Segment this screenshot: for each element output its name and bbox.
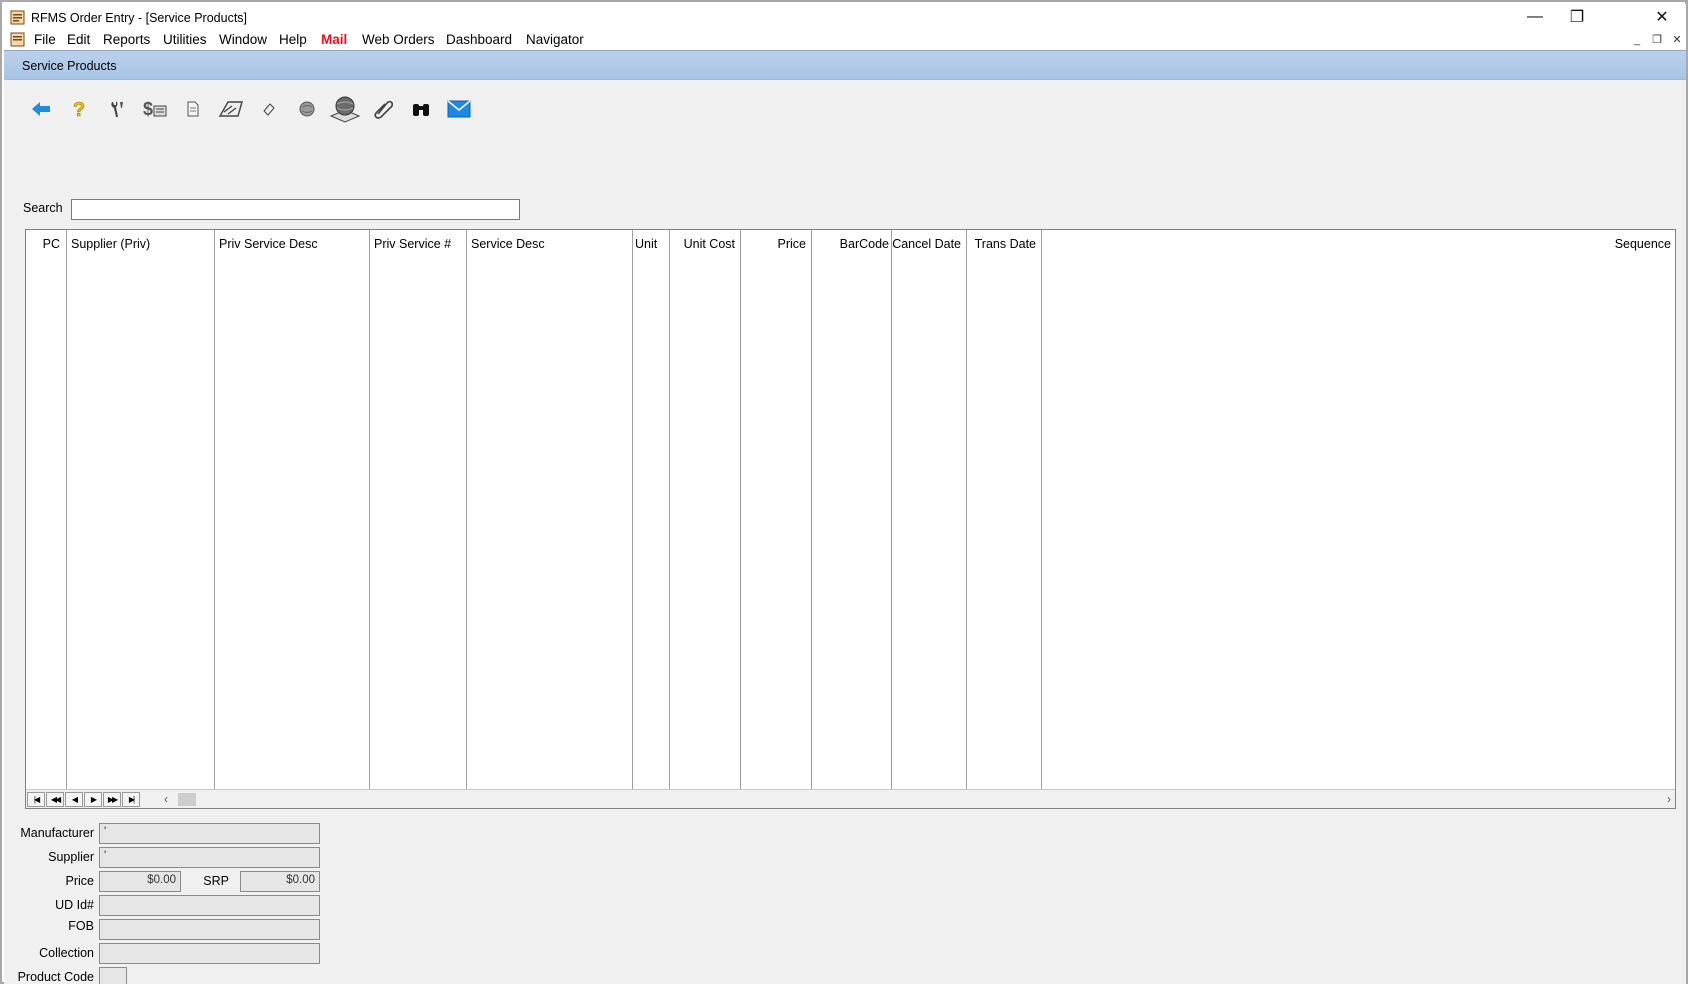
grid-column-unit: Unit [633, 230, 670, 789]
column-header-cancel-date[interactable]: Cancel Date [892, 237, 961, 251]
horizontal-scroll-thumb[interactable] [178, 793, 196, 806]
menu-help[interactable]: Help [279, 32, 307, 47]
grid-column-service-desc: Service Desc [467, 230, 633, 789]
child-body: ? $ Search PC Supplier (Priv) Priv Servi… [4, 80, 1686, 984]
menu-window[interactable]: Window [219, 32, 267, 47]
service-products-window: Service Products ? $ Search PC Supplier … [4, 50, 1686, 984]
child-minimize-button[interactable]: _ [1629, 33, 1645, 47]
udid-label: UD Id# [55, 898, 94, 912]
grid-column-cancel-date: Cancel Date [892, 230, 967, 789]
udid-field[interactable] [99, 895, 320, 916]
product-code-field[interactable] [99, 967, 127, 984]
child-restore-button[interactable]: ❐ [1649, 33, 1665, 47]
collection-label: Collection [39, 946, 94, 960]
grid-column-trans-date: Trans Date [967, 230, 1042, 789]
column-header-barcode[interactable]: BarCode [840, 237, 889, 251]
menu-reports[interactable]: Reports [103, 32, 150, 47]
grid-column-unit-cost: Unit Cost [670, 230, 741, 789]
supplier-label: Supplier [48, 850, 94, 864]
grid-column-price: Price [741, 230, 812, 789]
scroll-right-arrow-icon[interactable]: › [1667, 792, 1671, 806]
nav-last-button[interactable]: ▶| [122, 792, 140, 807]
nav-prev-button[interactable]: ◀ [65, 792, 83, 807]
tools-icon[interactable] [100, 92, 134, 126]
column-header-pc[interactable]: PC [43, 237, 60, 251]
nav-prev-page-button[interactable]: ◀◀ [46, 792, 64, 807]
child-title: Service Products [22, 59, 117, 73]
svg-text:$: $ [143, 99, 153, 119]
help-question-icon[interactable]: ? [62, 92, 96, 126]
svg-text:?: ? [73, 99, 85, 120]
srp-label: SRP [203, 874, 229, 888]
paperclip-icon[interactable] [366, 92, 400, 126]
grid-column-supplier-priv: Supplier (Priv) [67, 230, 215, 789]
binoculars-icon[interactable] [404, 92, 438, 126]
nav-first-button[interactable]: |◀ [27, 792, 45, 807]
back-arrow-icon[interactable] [24, 92, 58, 126]
column-header-trans-date[interactable]: Trans Date [975, 237, 1036, 251]
search-input[interactable] [71, 199, 520, 220]
grid-column-pc: PC [26, 230, 67, 789]
srp-field[interactable]: $0.00 [240, 871, 320, 892]
product-code-label: Product Code [17, 970, 94, 984]
close-button[interactable]: ✕ [1639, 4, 1685, 30]
column-header-price[interactable]: Price [778, 237, 806, 251]
restore-button[interactable]: ❐ [1554, 4, 1600, 30]
title-bar: RFMS Order Entry - [Service Products] — … [4, 4, 1686, 30]
minimize-button[interactable]: — [1512, 4, 1558, 30]
menu-navigator[interactable]: Navigator [526, 32, 584, 47]
grid-navigator: |◀ ◀◀ ◀ ▶ ▶▶ ▶| ‹ › [26, 789, 1675, 808]
menu-file[interactable]: File [34, 32, 56, 47]
app-icon [10, 10, 25, 25]
menu-edit[interactable]: Edit [67, 32, 90, 47]
eraser-icon[interactable] [252, 92, 286, 126]
grid-column-barcode: BarCode [812, 230, 892, 789]
email-icon[interactable] [442, 92, 476, 126]
document-window-icon[interactable] [10, 32, 25, 47]
column-header-service-desc[interactable]: Service Desc [471, 237, 545, 251]
grid-column-priv-service-desc: Priv Service Desc [215, 230, 370, 789]
menu-bar: File Edit Reports Utilities Window Help … [4, 30, 1686, 50]
column-header-unit-cost[interactable]: Unit Cost [684, 237, 735, 251]
collection-field[interactable] [99, 943, 320, 964]
column-header-unit[interactable]: Unit [635, 237, 657, 251]
menu-web-orders[interactable]: Web Orders [362, 32, 435, 47]
supplier-field[interactable]: ' [99, 847, 320, 868]
menu-dashboard[interactable]: Dashboard [446, 32, 512, 47]
manufacturer-label: Manufacturer [20, 826, 94, 840]
price-tag-icon[interactable] [214, 92, 248, 126]
column-header-supplier-priv[interactable]: Supplier (Priv) [71, 237, 150, 251]
scroll-left-arrow-icon[interactable]: ‹ [164, 792, 168, 806]
fob-field[interactable] [99, 919, 320, 940]
window-title: RFMS Order Entry - [Service Products] [31, 11, 248, 25]
globe-small-icon[interactable] [290, 92, 324, 126]
price-label: Price [65, 874, 94, 888]
search-label: Search [23, 201, 63, 215]
nav-next-page-button[interactable]: ▶▶ [103, 792, 121, 807]
fob-label: FOB [68, 919, 94, 933]
app-window: RFMS Order Entry - [Service Products] — … [0, 0, 1688, 984]
price-field[interactable]: $0.00 [99, 871, 181, 892]
column-header-sequence[interactable]: Sequence [1615, 237, 1671, 251]
manufacturer-field[interactable]: ' [99, 823, 320, 844]
child-close-button[interactable]: ✕ [1669, 33, 1685, 47]
document-icon[interactable] [176, 92, 210, 126]
service-products-grid[interactable]: PC Supplier (Priv) Priv Service Desc Pri… [25, 229, 1676, 809]
menu-utilities[interactable]: Utilities [163, 32, 207, 47]
dollar-cost-icon[interactable]: $ [138, 92, 172, 126]
grid-column-sequence: Sequence [1042, 230, 1675, 789]
column-header-priv-service-number[interactable]: Priv Service # [374, 237, 451, 251]
menu-mail[interactable]: Mail [321, 32, 347, 47]
column-header-priv-service-desc[interactable]: Priv Service Desc [219, 237, 318, 251]
child-title-bar: Service Products [4, 51, 1686, 80]
grid-column-priv-service-number: Priv Service # [370, 230, 467, 789]
globe-web-icon[interactable] [328, 92, 362, 126]
nav-next-button[interactable]: ▶ [84, 792, 102, 807]
